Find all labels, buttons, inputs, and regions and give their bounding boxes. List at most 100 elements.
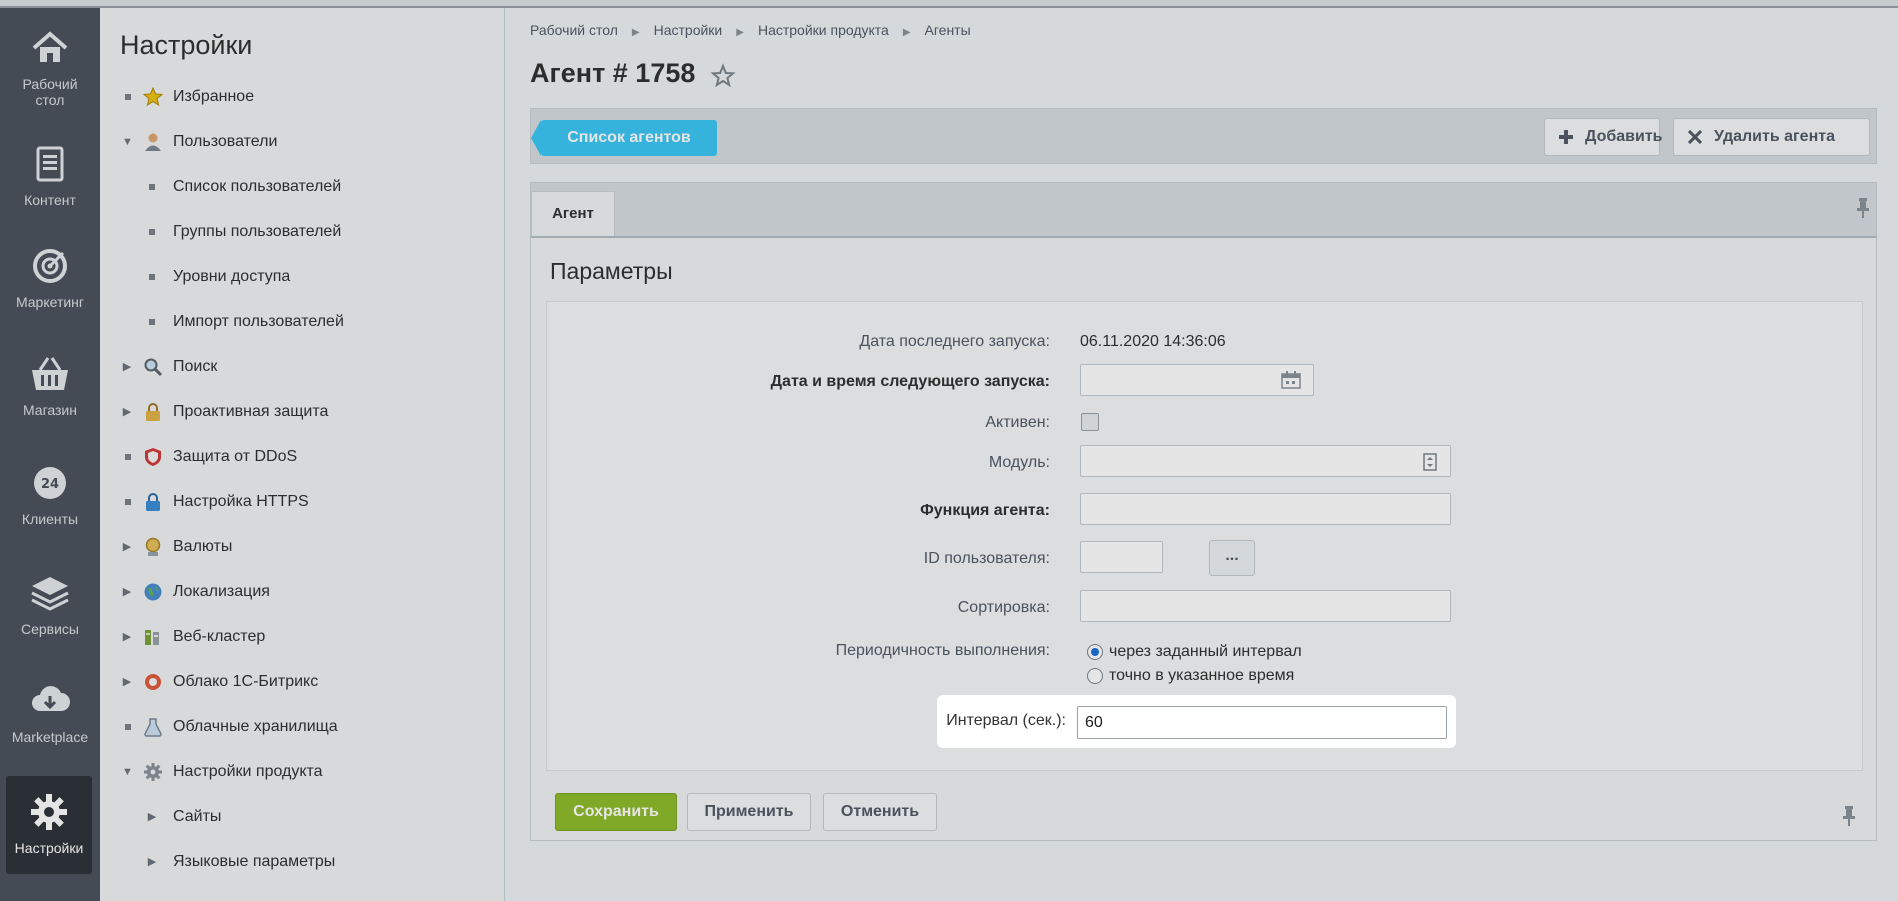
nav-marketing[interactable]: Маркетинг	[0, 244, 100, 310]
active-checkbox[interactable]	[1081, 413, 1099, 431]
delete-agent-button[interactable]: Удалить агента	[1673, 118, 1870, 156]
menu-item-label: Настройки продукта	[173, 763, 323, 780]
menu-item-label: Группы пользователей	[173, 223, 342, 240]
periodicity-exact-time-radio[interactable]	[1087, 668, 1103, 684]
collapsed-arrow-icon: ▶	[147, 811, 157, 823]
periodicity-interval-label: через заданный интервал	[1109, 643, 1302, 660]
collapsed-arrow-icon: ▶	[122, 586, 132, 598]
save-button[interactable]: Сохранить	[555, 793, 677, 831]
storage-icon	[144, 718, 162, 737]
pin-icon[interactable]	[1841, 805, 1857, 827]
menu-item-label: Поиск	[173, 358, 218, 375]
breadcrumb: Рабочий стол ▶ Настройки ▶ Настройки продукт…	[530, 22, 971, 38]
shield-icon	[145, 448, 161, 466]
nav-shop[interactable]: Магазин	[0, 352, 100, 418]
content-area: Рабочий стол ▶ Настройки ▶ Настройки продукт…	[505, 8, 1898, 901]
periodicity-interval-radio[interactable]	[1087, 644, 1103, 660]
agent-form-panel: Параметры Дата последнего запуска: 06.11…	[530, 236, 1877, 841]
menu-item-label: Облачные хранилища	[173, 718, 338, 735]
nav-content-label: Контент	[24, 192, 76, 208]
next-run-datetime-input[interactable]	[1080, 364, 1314, 396]
nav-desktop-label-line2: стол	[35, 92, 65, 108]
bullet-icon	[149, 274, 155, 280]
lock-icon	[146, 403, 160, 421]
nav-services[interactable]: Сервисы	[0, 571, 100, 637]
menu-item-label: Языковые параметры	[173, 853, 336, 870]
nav-clients-label: Клиенты	[21, 511, 79, 527]
bullet-icon	[149, 184, 155, 190]
close-icon	[1688, 130, 1702, 144]
breadcrumb-item[interactable]: Рабочий стол	[530, 22, 618, 38]
collapsed-arrow-icon: ▶	[122, 676, 132, 688]
document-icon	[36, 146, 64, 182]
collapsed-arrow-icon: ▶	[122, 631, 132, 643]
tab-agent[interactable]: Агент	[531, 191, 615, 237]
interval-input[interactable]: 60	[1077, 706, 1447, 739]
nav-settings[interactable]: Настройки	[6, 776, 92, 874]
bullet-icon	[149, 229, 155, 235]
apply-button[interactable]: Применить	[687, 793, 811, 831]
menu-item-label: Проактивная защита	[173, 403, 329, 420]
interval-label: Интервал (сек.):	[946, 712, 1066, 729]
bullet-icon	[125, 499, 131, 505]
window-top-border	[0, 0, 1898, 8]
module-select[interactable]	[1080, 445, 1451, 477]
menu-item-label: Избранное	[173, 88, 255, 105]
menu-item-label: Локализация	[173, 583, 270, 600]
clock-24-number: 24	[41, 477, 59, 492]
user-id-input[interactable]	[1080, 541, 1163, 573]
breadcrumb-item[interactable]: Настройки продукта	[758, 22, 889, 38]
delete-agent-button-label: Удалить агента	[1714, 128, 1835, 145]
menu-item-label: Настройка HTTPS	[173, 493, 309, 510]
layers-icon	[31, 577, 69, 611]
user-picker-button[interactable]: ...	[1209, 540, 1255, 576]
coin-icon	[145, 537, 161, 556]
expanded-arrow-icon: ▼	[122, 136, 133, 148]
agent-list-button[interactable]: Список агентов	[531, 120, 717, 156]
page-title: Агент # 1758	[530, 58, 696, 88]
nav-clients[interactable]: 24 Клиенты	[0, 461, 100, 527]
nav-marketplace-label: Marketplace	[11, 729, 89, 745]
sort-label: Сортировка:	[957, 599, 1050, 616]
expanded-arrow-icon: ▼	[122, 766, 133, 778]
context-toolbar: Список агентов Добавить Удалить агента	[530, 108, 1877, 164]
add-button[interactable]: Добавить	[1544, 118, 1663, 156]
active-label: Активен:	[985, 414, 1050, 431]
breadcrumb-item[interactable]: Агенты	[925, 22, 971, 38]
settings-icon	[144, 763, 162, 781]
nav-marketing-label: Маркетинг	[15, 294, 85, 310]
nav-content[interactable]: Контент	[0, 142, 100, 208]
cluster-icon	[145, 630, 159, 645]
cloud-download-icon	[32, 686, 70, 711]
breadcrumb-separator-icon: ▶	[631, 27, 640, 38]
next-run-label: Дата и время следующего запуска:	[770, 373, 1050, 390]
breadcrumb-item[interactable]: Настройки	[654, 22, 723, 38]
cloud-icon	[145, 674, 161, 690]
nav-desktop-label-line1: Рабочий	[22, 76, 78, 92]
select-arrows-icon	[1423, 453, 1437, 471]
nav-desktop[interactable]: Рабочий стол	[0, 26, 100, 108]
agent-function-input[interactable]	[1080, 493, 1451, 525]
last-run-value: 06.11.2020 14:36:06	[1080, 333, 1226, 350]
collapsed-arrow-icon: ▶	[122, 541, 132, 553]
interval-highlight: Интервал (сек.): 60	[937, 695, 1456, 748]
tab-bar: Агент	[530, 182, 1877, 237]
user-id-label: ID пользователя:	[923, 550, 1050, 567]
pin-icon[interactable]	[1855, 197, 1871, 219]
clock-24-icon: 24	[34, 467, 66, 499]
cancel-button[interactable]: Отменить	[823, 793, 937, 831]
menu-item-label: Уровни доступа	[173, 268, 291, 285]
calendar-icon[interactable]	[1281, 371, 1301, 389]
nav-marketplace[interactable]: Marketplace	[0, 679, 100, 745]
globe-icon	[144, 583, 162, 601]
menu-item-label: Веб-кластер	[173, 628, 266, 645]
favorite-star-icon[interactable]	[710, 63, 736, 89]
collapsed-arrow-icon: ▶	[122, 361, 132, 373]
menu-item-label: Сайты	[173, 808, 222, 825]
bullet-icon	[149, 319, 155, 325]
menu-item-label: Список пользователей	[173, 178, 342, 195]
bullet-icon	[125, 94, 131, 100]
sort-input[interactable]	[1080, 590, 1451, 622]
bullet-icon	[125, 724, 131, 730]
nav-services-label: Сервисы	[20, 621, 79, 637]
